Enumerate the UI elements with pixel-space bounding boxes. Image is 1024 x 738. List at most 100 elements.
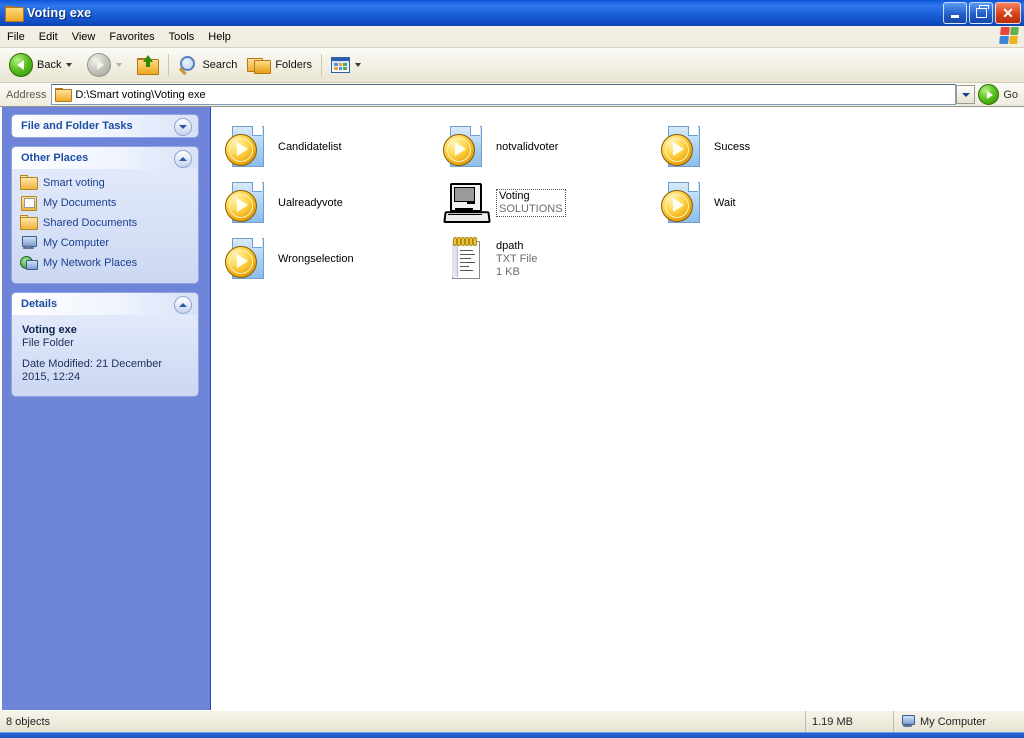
other-place-my-network-places[interactable]: My Network Places bbox=[20, 255, 190, 270]
file-item-labels: dpath TXT File 1 KB bbox=[496, 240, 537, 279]
details-date-modified: Date Modified: 21 December 2015, 12:24 bbox=[22, 358, 163, 383]
file-item-voting[interactable]: Voting SOLUTIONS bbox=[437, 175, 655, 231]
computer-icon bbox=[441, 179, 491, 227]
back-dropdown-icon[interactable] bbox=[66, 63, 73, 67]
file-item-dpath[interactable]: dpath TXT File 1 KB bbox=[437, 231, 655, 287]
body-area: File and Folder Tasks Other Places Smart… bbox=[0, 107, 1024, 710]
taskbar[interactable] bbox=[0, 732, 1024, 738]
file-item-sucess[interactable]: Sucess bbox=[655, 119, 873, 175]
windows-flag-icon bbox=[999, 27, 1019, 44]
folder-icon bbox=[5, 5, 24, 22]
address-dropdown-button[interactable] bbox=[956, 85, 976, 104]
media-file-icon bbox=[441, 123, 489, 171]
media-file-icon bbox=[223, 123, 271, 171]
other-place-label: My Documents bbox=[43, 196, 117, 209]
menu-tools[interactable]: Tools bbox=[162, 28, 202, 46]
forward-arrow-icon bbox=[87, 53, 112, 77]
status-size-pane: 1.19 MB bbox=[806, 711, 894, 732]
file-list-view[interactable]: Candidatelist notvalidvoter Sucess Ualre… bbox=[211, 107, 1024, 710]
other-place-shared-documents[interactable]: Shared Documents bbox=[20, 215, 190, 230]
file-size: 1 KB bbox=[496, 265, 520, 278]
toolbar-separator bbox=[168, 54, 170, 76]
other-place-my-documents[interactable]: My Documents bbox=[20, 195, 190, 211]
other-place-label: My Computer bbox=[43, 236, 110, 249]
menu-bar: File Edit View Favorites Tools Help bbox=[0, 26, 1024, 48]
chevron-down-icon bbox=[179, 125, 187, 129]
minimize-button[interactable] bbox=[943, 2, 967, 24]
back-label: Back bbox=[37, 59, 62, 71]
file-item-candidatelist[interactable]: Candidatelist bbox=[219, 119, 437, 175]
file-name: Candidatelist bbox=[278, 140, 342, 153]
forward-button[interactable] bbox=[82, 50, 132, 80]
title-bar: Voting exe ✕ bbox=[0, 0, 1024, 26]
panel-other-places: Other Places Smart voting My Documents S… bbox=[12, 147, 198, 283]
forward-dropdown-icon bbox=[116, 63, 123, 67]
file-name: Wrongselection bbox=[278, 252, 354, 265]
file-item-labels: Voting SOLUTIONS bbox=[496, 189, 566, 217]
address-value: D:\Smart voting\Voting exe bbox=[75, 88, 206, 101]
panel-header-other-places[interactable]: Other Places bbox=[12, 147, 198, 169]
other-place-my-computer[interactable]: My Computer bbox=[20, 235, 190, 250]
my-computer-icon bbox=[20, 235, 37, 250]
go-button[interactable]: Go bbox=[976, 84, 1022, 105]
file-name: Ualreadyvote bbox=[278, 196, 343, 209]
expand-collapse-button-details[interactable] bbox=[174, 296, 192, 314]
file-item-notvalidvoter[interactable]: notvalidvoter bbox=[437, 119, 655, 175]
address-input[interactable]: D:\Smart voting\Voting exe bbox=[51, 84, 957, 105]
media-file-icon bbox=[659, 123, 707, 171]
other-place-smart-voting[interactable]: Smart voting bbox=[20, 175, 190, 190]
media-file-icon bbox=[223, 235, 271, 283]
chevron-up-icon bbox=[179, 303, 187, 307]
folders-label: Folders bbox=[275, 59, 313, 71]
file-type: TXT File bbox=[496, 252, 538, 265]
toolbar-separator-2 bbox=[321, 54, 323, 76]
chevron-up-icon bbox=[179, 157, 187, 161]
menu-file[interactable]: File bbox=[0, 28, 32, 46]
back-arrow-icon bbox=[9, 53, 33, 77]
menu-edit[interactable]: Edit bbox=[32, 28, 65, 46]
file-name: Voting bbox=[499, 190, 530, 202]
file-item-labels: Wrongselection bbox=[278, 253, 354, 266]
file-item-wait[interactable]: Wait bbox=[655, 175, 873, 231]
views-icon bbox=[331, 57, 351, 73]
up-button[interactable] bbox=[132, 50, 164, 80]
media-file-icon bbox=[223, 179, 271, 227]
search-label: Search bbox=[202, 59, 238, 71]
window-title: Voting exe bbox=[27, 6, 92, 20]
folders-button[interactable]: Folders bbox=[242, 50, 317, 80]
status-location: My Computer bbox=[920, 715, 987, 728]
status-objects-pane: 8 objects bbox=[0, 711, 806, 732]
status-size: 1.19 MB bbox=[812, 715, 853, 728]
search-button[interactable]: Search bbox=[173, 50, 242, 80]
status-bar: 8 objects 1.19 MB My Computer bbox=[0, 710, 1024, 732]
close-button[interactable]: ✕ bbox=[995, 2, 1021, 24]
maximize-restore-button[interactable] bbox=[969, 2, 993, 24]
file-item-ualreadyvote[interactable]: Ualreadyvote bbox=[219, 175, 437, 231]
other-place-label: Shared Documents bbox=[43, 216, 138, 229]
file-item-wrongselection[interactable]: Wrongselection bbox=[219, 231, 437, 287]
menu-favorites[interactable]: Favorites bbox=[102, 28, 161, 46]
views-button[interactable] bbox=[326, 50, 371, 80]
back-button[interactable]: Back bbox=[4, 50, 82, 80]
my-documents-icon bbox=[20, 195, 37, 211]
folder-icon-small bbox=[55, 88, 73, 102]
views-dropdown-icon[interactable] bbox=[355, 63, 362, 67]
menu-help[interactable]: Help bbox=[201, 28, 238, 46]
expand-collapse-button-file-tasks[interactable] bbox=[174, 118, 192, 136]
go-label: Go bbox=[1003, 88, 1018, 101]
folders-icon bbox=[247, 55, 272, 75]
go-arrow-icon bbox=[978, 84, 1000, 105]
explorer-window: Voting exe ✕ File Edit View Favorites To… bbox=[0, 0, 1024, 738]
panel-title-other-places: Other Places bbox=[21, 152, 89, 164]
search-icon bbox=[178, 55, 198, 75]
file-type: SOLUTIONS bbox=[499, 203, 563, 215]
menu-view[interactable]: View bbox=[65, 28, 103, 46]
panel-details: Details Voting exe File Folder Date Modi… bbox=[12, 293, 198, 396]
restore-icon bbox=[975, 5, 989, 18]
panel-file-and-folder-tasks: File and Folder Tasks bbox=[12, 115, 198, 137]
panel-header-details[interactable]: Details bbox=[12, 293, 198, 315]
network-places-icon bbox=[20, 255, 38, 270]
panel-header-file-tasks[interactable]: File and Folder Tasks bbox=[12, 115, 198, 137]
expand-collapse-button-other-places[interactable] bbox=[174, 150, 192, 168]
close-icon: ✕ bbox=[1002, 5, 1014, 21]
